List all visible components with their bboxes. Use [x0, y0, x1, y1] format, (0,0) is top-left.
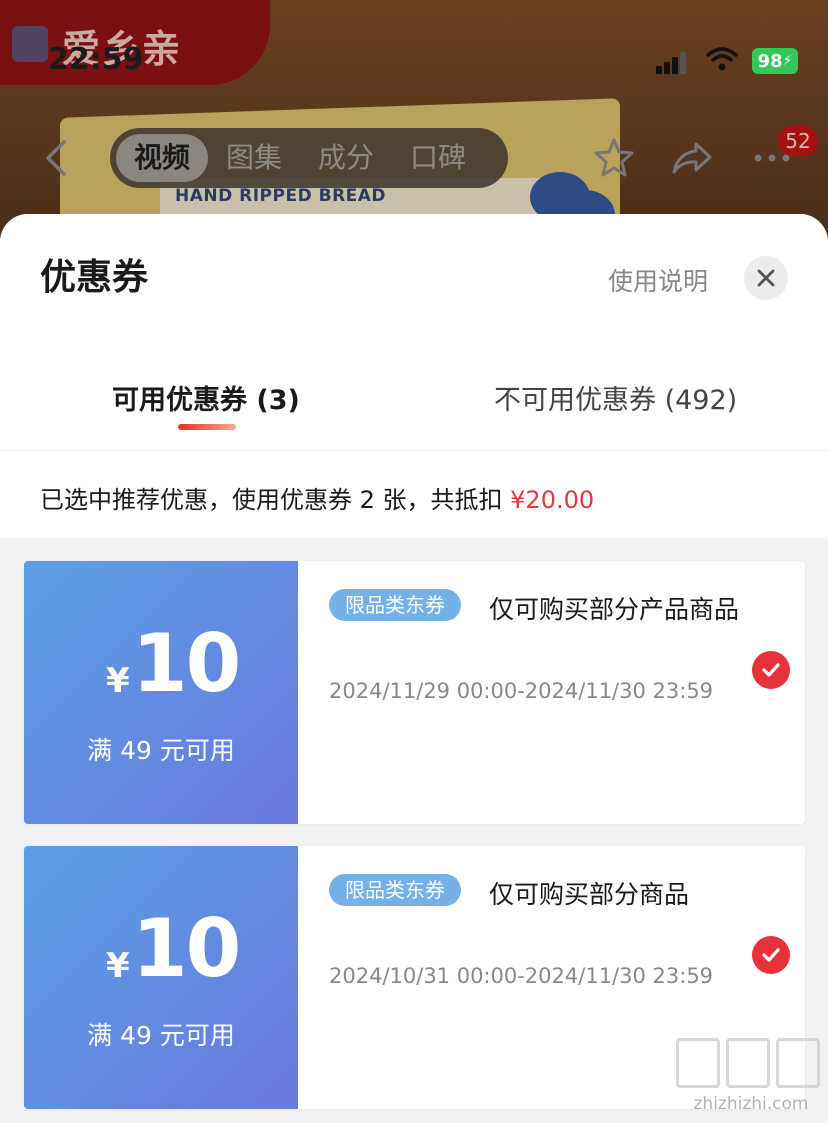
back-icon[interactable]: [38, 136, 78, 180]
coupon-value: 10: [132, 617, 241, 710]
close-icon: [757, 269, 775, 287]
share-icon[interactable]: [670, 136, 714, 180]
checkmark-icon: [762, 663, 780, 677]
close-button[interactable]: [744, 256, 788, 300]
cellular-signal-icon: [656, 52, 688, 74]
coupon-currency: ¥: [106, 661, 130, 701]
coupon-value: 10: [132, 902, 241, 995]
coupon-type-badge: 限品类东券: [329, 589, 461, 621]
active-tab-indicator: [178, 424, 236, 430]
coupon-card[interactable]: ¥ 10 满 49 元可用 仅可购买部分产品商品 限品类东券 2024/11/2…: [24, 561, 805, 824]
discount-summary: 已选中推荐优惠，使用优惠券 2 张，共抵扣 ¥20.00: [40, 480, 594, 515]
coupon-type-badge: 限品类东券: [329, 874, 461, 906]
sheet-title: 优惠券: [40, 257, 149, 298]
usage-instructions-link[interactable]: 使用说明: [608, 262, 708, 298]
checkmark-icon: [762, 948, 780, 962]
coupon-validity: 2024/10/31 00:00-2024/11/30 23:59: [329, 964, 714, 988]
product-page-background: 爱乡亲 HAND RIPPED BREAD: [0, 0, 828, 240]
status-time: 22:59: [48, 42, 144, 77]
summary-amount: ¥20.00: [510, 486, 595, 514]
tab-available-coupons[interactable]: 可用优惠券 (3): [112, 378, 300, 417]
coupon-value-panel: ¥ 10 满 49 元可用: [24, 846, 298, 1109]
coupon-currency: ¥: [106, 946, 130, 986]
watermark-logo: [676, 1038, 822, 1090]
media-tab-bar: 视频 图集 成分 口碑: [110, 128, 508, 188]
coupon-checkbox[interactable]: [752, 651, 790, 689]
coupon-min-spend: 满 49 元可用: [87, 1021, 235, 1050]
favorite-star-icon[interactable]: [592, 136, 636, 180]
wifi-icon: [706, 47, 738, 71]
brand-logo: [12, 26, 48, 62]
summary-text: 已选中推荐优惠，使用优惠券 2 张，共抵扣: [40, 486, 511, 514]
coupon-checkbox[interactable]: [752, 936, 790, 974]
battery-indicator: 98 ⚡: [752, 48, 798, 74]
coupon-min-spend: 满 49 元可用: [87, 736, 235, 765]
tab-ingredients[interactable]: 成分: [300, 134, 392, 182]
tab-reviews[interactable]: 口碑: [392, 134, 484, 182]
tab-video[interactable]: 视频: [116, 134, 209, 182]
watermark-url: zhizhizhi.com: [693, 1094, 809, 1114]
divider: [0, 450, 828, 451]
coupon-validity: 2024/11/29 00:00-2024/11/30 23:59: [329, 679, 714, 703]
message-count-badge: 52: [778, 126, 818, 156]
coupon-sheet-header: 优惠券 使用说明 可用优惠券 (3) 不可用优惠券 (492) 已选中推荐优惠，…: [0, 214, 828, 538]
tab-gallery[interactable]: 图集: [208, 134, 300, 182]
coupon-value-panel: ¥ 10 满 49 元可用: [24, 561, 298, 824]
tab-unavailable-coupons[interactable]: 不可用优惠券 (492): [494, 378, 737, 417]
product-box-text: HAND RIPPED BREAD: [175, 186, 387, 206]
coupon-sheet: 优惠券 使用说明 可用优惠券 (3) 不可用优惠券 (492) 已选中推荐优惠，…: [0, 214, 828, 1123]
